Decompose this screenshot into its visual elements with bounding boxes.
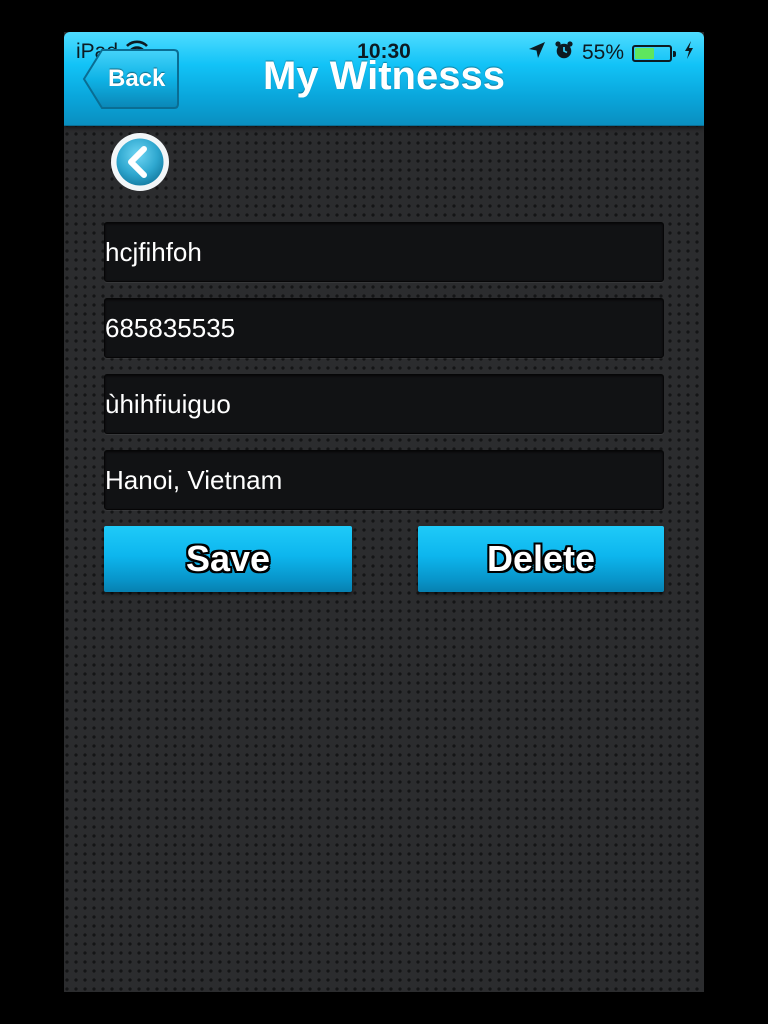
witness-name-field[interactable]: hcjfihfoh bbox=[104, 222, 664, 282]
witness-address-field[interactable]: Hanoi, Vietnam bbox=[104, 450, 664, 510]
save-button[interactable]: Save bbox=[104, 526, 352, 592]
app-screen: iPad 10:30 55% Back My Witnesss hcjfihfo… bbox=[64, 32, 704, 992]
battery-level-fill bbox=[635, 47, 654, 59]
battery-percent: 55% bbox=[581, 41, 624, 64]
page-title: My Witnesss bbox=[263, 54, 505, 98]
delete-button[interactable]: Delete bbox=[418, 526, 664, 592]
back-button-label: Back bbox=[108, 65, 166, 92]
chevron-left-circle-icon bbox=[111, 133, 169, 191]
witness-phone-field[interactable]: 685835535 bbox=[104, 298, 664, 358]
back-button[interactable]: Back bbox=[82, 48, 180, 110]
charging-bolt-icon bbox=[684, 41, 694, 65]
navigation-bar: iPad 10:30 55% Back My Witnesss bbox=[64, 32, 704, 126]
battery-icon bbox=[632, 44, 676, 62]
witness-email-field[interactable]: ùhihfiuiguo bbox=[104, 374, 664, 434]
circle-back-button[interactable] bbox=[109, 131, 171, 193]
